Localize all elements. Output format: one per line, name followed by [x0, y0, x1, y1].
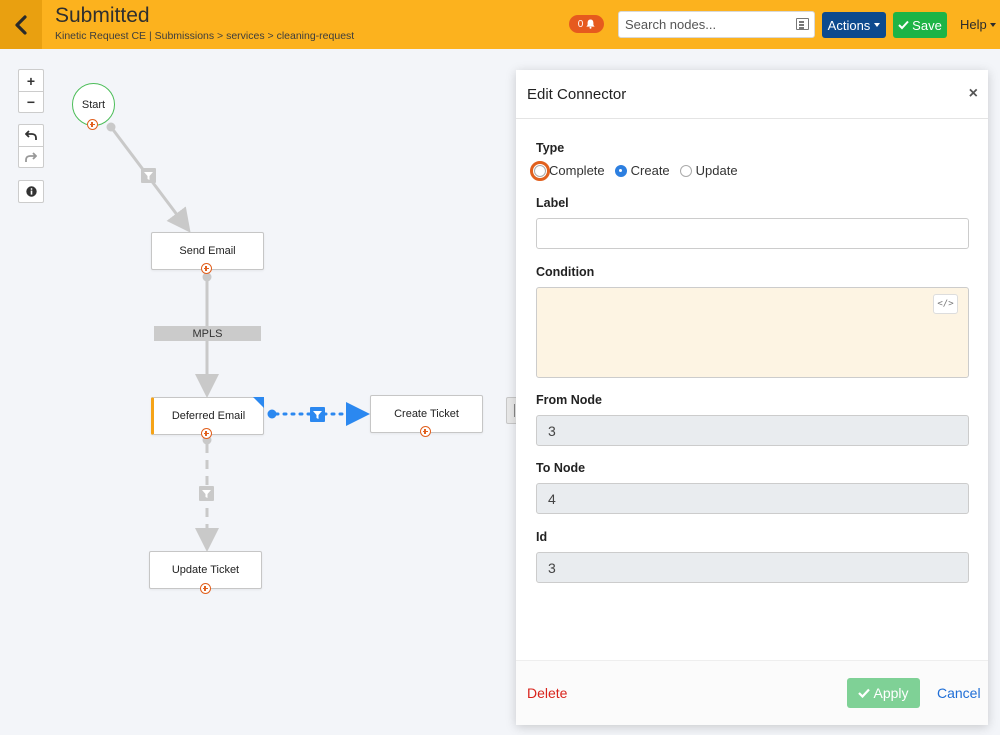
check-icon — [898, 20, 909, 30]
type-radio-group: Complete Create Update — [530, 160, 738, 181]
radio-complete[interactable] — [530, 160, 550, 181]
add-node-icon[interactable] — [200, 583, 211, 594]
list-icon[interactable] — [796, 18, 809, 30]
actions-label: Actions — [827, 17, 871, 33]
save-label: Save — [912, 17, 942, 33]
search-nodes-input[interactable] — [618, 11, 815, 38]
code-toggle-icon[interactable]: </> — [933, 294, 958, 314]
caret-down-icon — [874, 23, 881, 27]
radio-create-label[interactable]: Create — [631, 163, 670, 178]
panel-title: Edit Connector — [527, 85, 627, 103]
add-node-icon[interactable] — [201, 263, 212, 274]
filter-icon[interactable] — [310, 407, 325, 422]
cancel-button[interactable]: Cancel — [937, 685, 981, 701]
type-label: Type — [536, 141, 565, 155]
actions-dropdown-button[interactable]: Actions — [822, 12, 886, 38]
filter-icon[interactable] — [199, 486, 214, 501]
apply-button[interactable]: Apply — [847, 678, 920, 708]
selected-corner-icon — [253, 397, 264, 408]
edit-connector-panel: Edit Connector × Type Complete Create Up… — [516, 70, 988, 725]
help-label: Help — [960, 17, 987, 32]
id-label: Id — [536, 530, 548, 544]
add-node-icon[interactable] — [420, 426, 431, 437]
condition-editor[interactable]: </> — [536, 287, 969, 378]
condition-label: Condition — [536, 265, 595, 279]
node-label: Send Email — [179, 245, 236, 257]
radio-update[interactable] — [679, 164, 692, 177]
node-label: Start — [81, 98, 106, 111]
label-input[interactable] — [536, 218, 969, 249]
node-label: Deferred Email — [171, 410, 246, 422]
node-label: Create Ticket — [394, 408, 459, 420]
notifications-badge[interactable]: 0 — [569, 15, 604, 33]
caret-down-icon — [989, 22, 996, 27]
add-node-icon[interactable] — [87, 119, 98, 130]
id-field: 3 — [536, 552, 969, 583]
delete-button[interactable]: Delete — [527, 685, 567, 701]
close-icon[interactable]: × — [969, 85, 978, 103]
help-dropdown-button[interactable]: Help — [960, 17, 996, 32]
apply-label: Apply — [873, 685, 909, 701]
to-node-field: 4 — [536, 483, 969, 514]
node-label: Update Ticket — [171, 564, 240, 576]
filter-icon[interactable] — [141, 168, 156, 183]
to-node-label: To Node — [536, 461, 586, 475]
check-icon — [858, 688, 871, 698]
save-button[interactable]: Save — [893, 12, 947, 38]
add-node-icon[interactable] — [201, 428, 212, 439]
radio-update-label[interactable]: Update — [696, 163, 738, 178]
panel-footer: Delete Apply Cancel — [516, 660, 988, 725]
label-field-label: Label — [536, 196, 569, 210]
bell-icon — [586, 19, 595, 29]
panel-header: Edit Connector × — [516, 70, 988, 119]
radio-complete-label[interactable]: Complete — [549, 163, 605, 178]
radio-create[interactable] — [614, 164, 627, 177]
from-node-field: 3 — [536, 415, 969, 446]
notification-count: 0 — [577, 18, 584, 30]
from-node-label: From Node — [536, 393, 602, 407]
connector-label-mpls[interactable]: MPLS — [154, 326, 261, 341]
